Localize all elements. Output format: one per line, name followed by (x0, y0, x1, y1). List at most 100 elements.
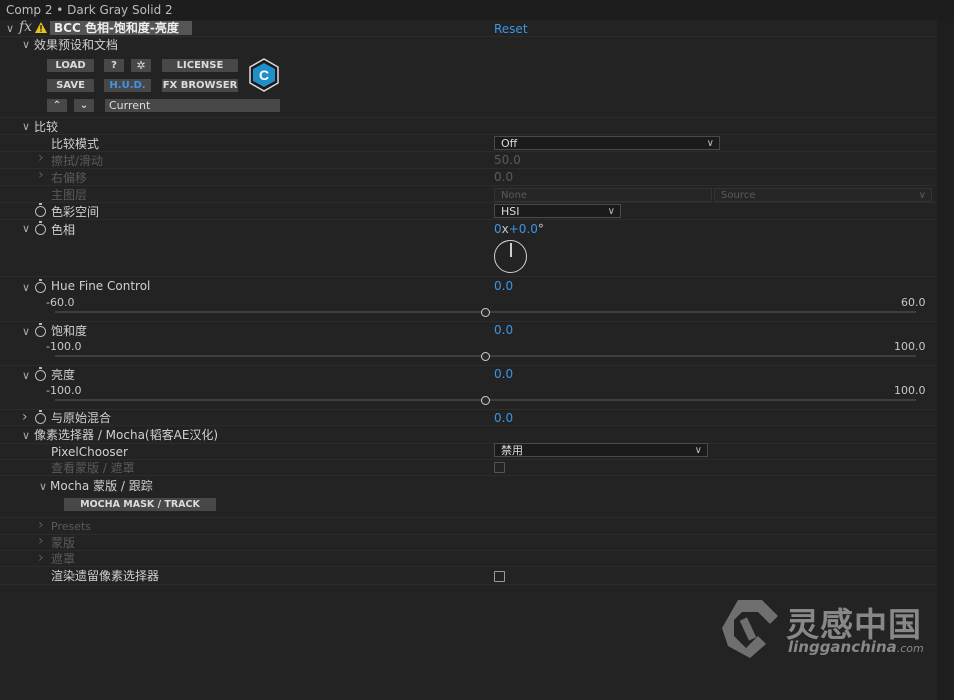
divider (0, 534, 937, 535)
hue-label: 色相 (51, 223, 76, 237)
mask-label: 蒙版 (51, 536, 76, 550)
divider (0, 202, 937, 203)
pixel-chooser-group-label: 像素选择器 / Mocha(韬客AE汉化) (34, 428, 219, 442)
help-button[interactable]: ? (104, 59, 124, 72)
stopwatch-icon[interactable] (35, 323, 46, 337)
license-button[interactable]: LICENSE (162, 59, 238, 72)
collapse-effect-icon[interactable] (6, 22, 14, 35)
mix-label: 与原始混合 (51, 411, 112, 425)
current-preset-field[interactable]: Current (105, 99, 280, 112)
lightness-max: 100.0 (894, 384, 926, 397)
main-layer-label: 主图层 (51, 188, 88, 202)
collapse-saturation-icon[interactable] (22, 325, 30, 338)
divider (0, 475, 937, 476)
divider (0, 517, 937, 518)
collapse-pixel-chooser-icon[interactable] (22, 429, 30, 442)
watermark-logo-icon (722, 600, 778, 658)
hue-x: x (501, 222, 509, 236)
stopwatch-icon[interactable] (35, 410, 46, 424)
saturation-min: -100.0 (46, 340, 82, 353)
collapse-lightness-icon[interactable] (22, 369, 30, 382)
collapse-hue-fine-icon[interactable] (22, 281, 30, 294)
saturation-value[interactable]: 0.0 (494, 323, 513, 337)
collapse-mocha-icon[interactable] (39, 480, 47, 493)
warning-icon (35, 22, 47, 33)
stopwatch-icon[interactable] (35, 203, 46, 217)
hue-fine-label: Hue Fine Control (51, 279, 151, 293)
divider (0, 550, 937, 551)
scrollbar[interactable] (937, 20, 954, 700)
divider (0, 409, 937, 410)
expand-mix-icon[interactable] (22, 409, 28, 425)
hue-fine-max: 60.0 (901, 296, 926, 309)
lightness-value[interactable]: 0.0 (494, 367, 513, 381)
collapse-presets-icon[interactable] (22, 38, 30, 51)
logo-letter: C (259, 67, 269, 83)
source-value: Source (721, 190, 756, 201)
lightness-slider-knob[interactable] (480, 396, 490, 405)
hue-dial[interactable] (494, 240, 527, 273)
colorspace-label: 色彩空间 (51, 205, 100, 219)
render-legacy-checkbox[interactable] (494, 571, 505, 582)
expand-matte-icon[interactable] (38, 550, 44, 566)
hue-fine-value[interactable]: 0.0 (494, 279, 513, 293)
main-layer-value: None (501, 190, 528, 201)
divider (0, 168, 937, 169)
gear-icon: ✲ (136, 59, 146, 72)
expand-mask-icon[interactable] (38, 533, 44, 549)
preset-down-button[interactable]: ⌄ (74, 99, 94, 112)
fx-toggle[interactable]: fx (19, 19, 32, 35)
offset-label: 右偏移 (51, 171, 88, 185)
stopwatch-icon[interactable] (35, 367, 46, 381)
view-mask-checkbox[interactable] (494, 462, 505, 473)
wipe-value[interactable]: 50.0 (494, 153, 521, 167)
chevron-down-icon: ∨ (607, 206, 615, 217)
divider (0, 219, 937, 220)
mocha-group-label: Mocha 蒙版 / 跟踪 (50, 479, 153, 493)
collapse-hue-icon[interactable] (22, 222, 30, 235)
matte-label: 遮罩 (51, 552, 76, 566)
preset-up-button[interactable]: ⌃ (47, 99, 67, 112)
load-button[interactable]: LOAD (47, 59, 94, 72)
divider (0, 134, 937, 135)
pixelchooser-label: PixelChooser (51, 445, 128, 459)
main-layer-select[interactable]: None (494, 188, 712, 202)
wipe-label: 擦拭/滑动 (51, 154, 104, 168)
divider (0, 185, 937, 186)
mocha-mask-track-button[interactable]: MOCHA MASK / TRACK (64, 498, 216, 511)
hue-fine-slider-knob[interactable] (480, 308, 490, 317)
expand-wipe-icon[interactable] (38, 150, 44, 166)
settings-button[interactable]: ✲ (131, 59, 151, 72)
hue-revolutions: 0 (494, 222, 502, 236)
saturation-slider-knob[interactable] (480, 352, 490, 361)
divider (0, 584, 937, 585)
expand-presets-icon[interactable] (38, 517, 44, 533)
chevron-down-icon: ∨ (694, 445, 702, 456)
compare-group-label: 比较 (34, 120, 59, 134)
source-select[interactable]: Source ∨ (714, 188, 932, 202)
compare-mode-select[interactable]: Off ∨ (494, 136, 720, 150)
divider (0, 117, 937, 118)
divider (0, 459, 937, 460)
collapse-compare-icon[interactable] (22, 120, 30, 133)
mix-value[interactable]: 0.0 (494, 411, 513, 425)
expand-offset-icon[interactable] (38, 167, 44, 183)
effect-name[interactable]: BCC 色相-饱和度-亮度 (50, 21, 192, 35)
stopwatch-icon[interactable] (35, 221, 46, 235)
bcc-logo-icon[interactable]: C (248, 58, 280, 92)
saturation-label: 饱和度 (51, 324, 88, 338)
compare-mode-value: Off (501, 137, 518, 150)
hud-button[interactable]: H.U.D. (104, 79, 151, 92)
fx-browser-button[interactable]: FX BROWSER (162, 79, 238, 92)
hue-unit: ° (537, 222, 544, 236)
offset-value[interactable]: 0.0 (494, 170, 513, 184)
stopwatch-icon[interactable] (35, 279, 46, 293)
hue-value[interactable]: 0x+0.0° (494, 222, 544, 236)
divider (0, 276, 937, 277)
save-button[interactable]: SAVE (47, 79, 94, 92)
divider (0, 365, 937, 366)
dial-needle (510, 243, 512, 257)
reset-link[interactable]: Reset (494, 22, 528, 36)
colorspace-select[interactable]: HSI ∨ (494, 204, 621, 218)
pixelchooser-select[interactable]: 禁用 ∨ (494, 443, 708, 457)
